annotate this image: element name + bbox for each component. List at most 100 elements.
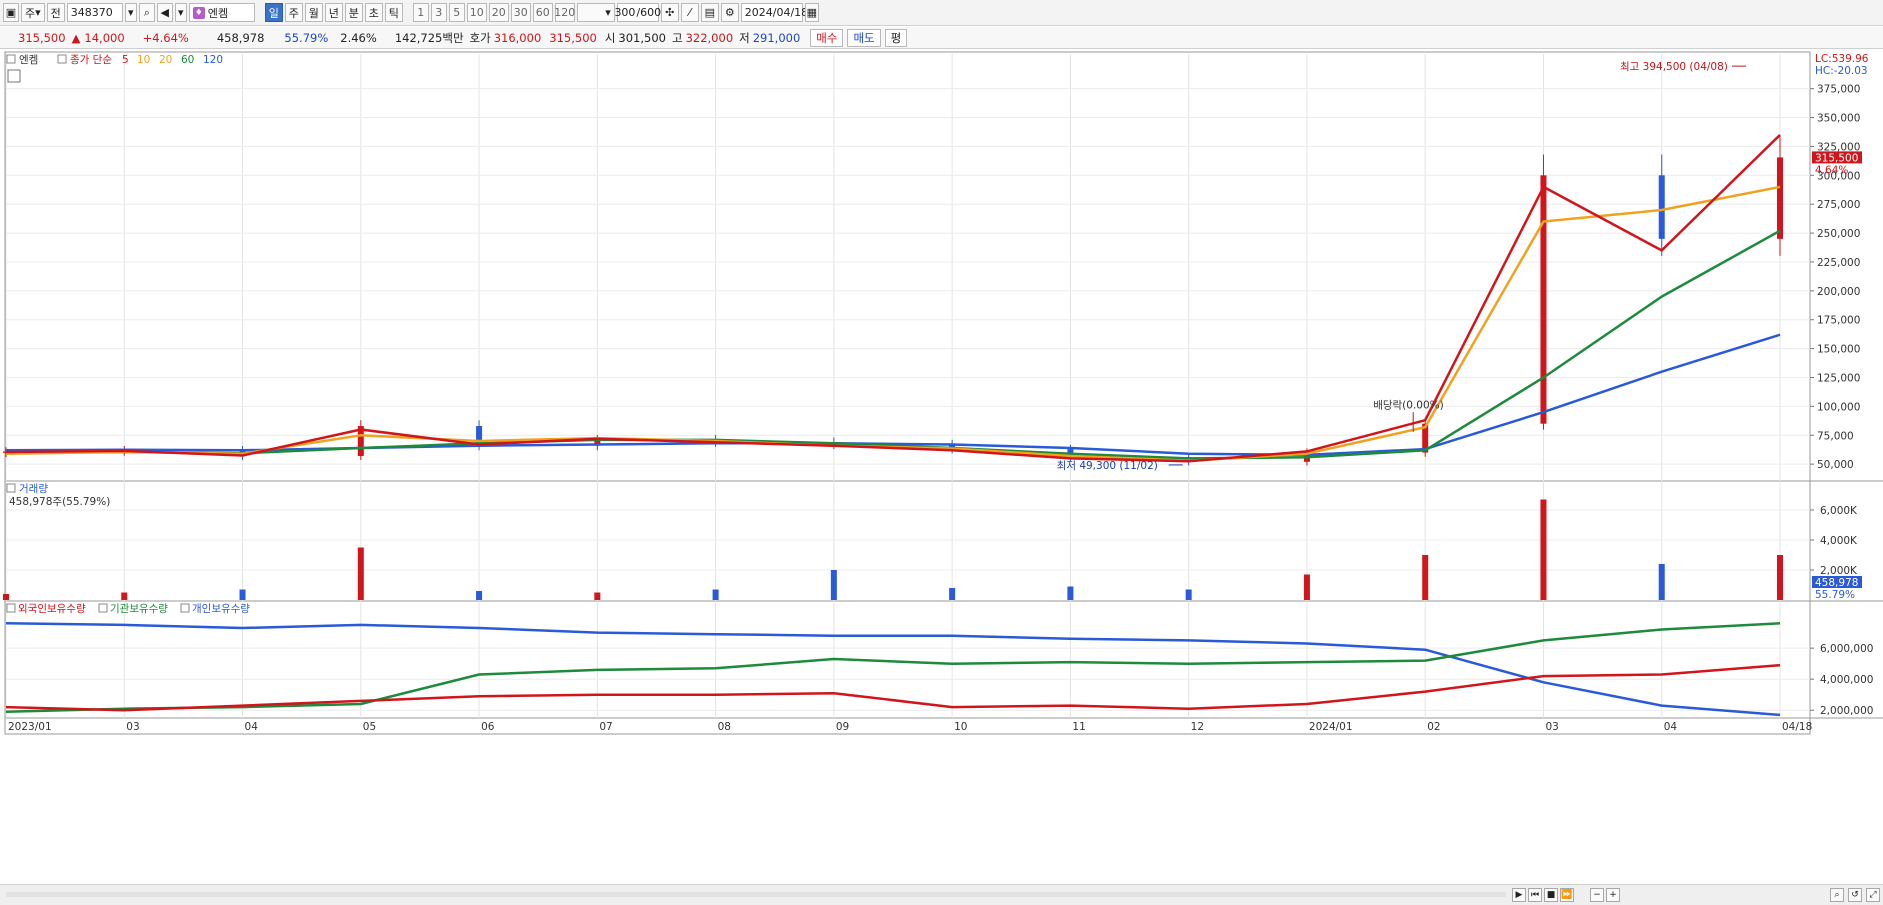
legend-box-icon bbox=[57, 54, 67, 64]
x-tick-label: 2023/01 bbox=[8, 721, 52, 733]
buy-button[interactable]: 매수 bbox=[810, 28, 844, 47]
interval-1[interactable]: 1 bbox=[412, 3, 429, 22]
zoom-out-button[interactable]: − bbox=[1590, 888, 1604, 902]
horizontal-scrollbar[interactable] bbox=[6, 892, 1506, 897]
volume-bar bbox=[1777, 555, 1783, 600]
zoom-icon[interactable]: ⌕ bbox=[1830, 888, 1844, 902]
turnover-value: 2.46% bbox=[340, 30, 377, 45]
ma20-line bbox=[5, 185, 1781, 462]
reset-icon[interactable]: ↺ bbox=[1848, 888, 1862, 902]
period-tab-1[interactable]: 주 bbox=[284, 3, 303, 22]
stock-code-value: 348370 bbox=[70, 6, 113, 19]
x-tick-label: 09 bbox=[836, 721, 849, 733]
lc-label: LC:539.96 bbox=[1815, 53, 1869, 65]
interval-120[interactable]: 120 bbox=[554, 3, 575, 22]
interval-3[interactable]: 3 bbox=[430, 3, 447, 22]
sound-dropdown-icon[interactable]: ▾ bbox=[174, 3, 187, 22]
chart-toolbar: ▣ 주 ▾ 전 348370 ▾ ⌕ ◀ ▾ ♦ 엔켐 일주월년분초틱 1 3 5 10 2… bbox=[0, 0, 1883, 26]
type-select[interactable]: 주 ▾ bbox=[21, 3, 45, 22]
legend-box-icon bbox=[6, 54, 16, 64]
ask-label: 호가 bbox=[469, 30, 491, 45]
chart-area[interactable]: 2023/01 03 04 05 06 07 08 09 10 11 12 2024/01 02 03 04… bbox=[0, 50, 1883, 884]
next-button[interactable]: ⏩ bbox=[1560, 888, 1574, 902]
candle-body bbox=[1777, 157, 1783, 239]
y-axis-price: 50,000 75,000 100,000 125,000 150,000 175,000… bbox=[6, 84, 1860, 471]
interval-20[interactable]: 20 bbox=[488, 3, 509, 22]
volume-bar bbox=[1540, 499, 1547, 600]
amount-value: 142,725백만 bbox=[394, 30, 464, 45]
fit-icon[interactable]: ⤢ bbox=[1866, 888, 1880, 902]
y-tick-label: 6,000,000 bbox=[1820, 643, 1873, 655]
stop-button[interactable]: ■ bbox=[1544, 888, 1558, 902]
count-total: /600 bbox=[636, 6, 662, 19]
interval-10[interactable]: 10 bbox=[466, 3, 487, 22]
period-tab-5[interactable]: 초 bbox=[364, 3, 383, 22]
x-tick-label: 11 bbox=[1072, 721, 1085, 733]
y-tick-label: 150,000 bbox=[1817, 344, 1860, 356]
play-button[interactable]: ▶ bbox=[1512, 888, 1526, 902]
x-tick-label: 10 bbox=[954, 721, 967, 733]
x-tick-label: 04 bbox=[245, 721, 259, 733]
search-icon[interactable]: ⌕ bbox=[138, 3, 155, 22]
zoom-in-button[interactable]: + bbox=[1606, 888, 1620, 902]
legend-item-0: 종가 단순 bbox=[70, 54, 112, 66]
interval-dropdown[interactable]: ▾ bbox=[576, 3, 615, 22]
volume-current-label: 458,978주(55.79%) bbox=[9, 496, 110, 508]
y-tick-label: 375,000 bbox=[1817, 84, 1860, 96]
volume-bar bbox=[1422, 555, 1429, 600]
sound-icon[interactable]: ◀ bbox=[156, 3, 173, 22]
ownership-legend-0: 외국인보유수량 bbox=[18, 603, 86, 615]
price-legend: 엔켐 종가 단순 5 10 20 60 120 bbox=[6, 54, 223, 66]
x-tick-label: 04 bbox=[1664, 721, 1678, 733]
eval-button[interactable]: 평 bbox=[884, 28, 908, 47]
calendar-icon[interactable]: ▦ bbox=[804, 3, 819, 22]
y-tick-label: 4,000K bbox=[1820, 535, 1858, 547]
volume-bars bbox=[3, 499, 1783, 600]
crosshair-icon[interactable]: ✣ bbox=[660, 3, 679, 22]
chart-settings-icon[interactable]: ▣ bbox=[3, 3, 19, 22]
x-tick-label: 04/18 bbox=[1782, 721, 1812, 733]
legend-box-icon bbox=[98, 603, 108, 613]
interval-5[interactable]: 5 bbox=[448, 3, 465, 22]
period-tab-6[interactable]: 틱 bbox=[384, 3, 403, 22]
volume-bar bbox=[121, 592, 128, 600]
current-pct-label: 4.64% bbox=[1815, 164, 1848, 176]
period-tab-4[interactable]: 분 bbox=[344, 3, 363, 22]
moving-averages bbox=[5, 134, 1781, 463]
current-price-tag-label: 315,500 bbox=[1815, 152, 1858, 164]
period-tab-2[interactable]: 월 bbox=[304, 3, 323, 22]
volume-bar bbox=[594, 592, 601, 600]
low-value: 291,000 bbox=[752, 30, 801, 45]
legend-box-icon bbox=[6, 603, 16, 613]
ma60-line bbox=[5, 229, 1781, 460]
code-dropdown-icon[interactable]: ▾ bbox=[124, 3, 137, 22]
volume-value: 458,978 bbox=[216, 30, 265, 45]
current-volume-pct: 55.79% bbox=[1815, 589, 1855, 601]
y-tick-label: 275,000 bbox=[1817, 199, 1860, 211]
interval-60[interactable]: 60 bbox=[532, 3, 553, 22]
candles bbox=[3, 135, 1783, 466]
period-tab-0[interactable]: 일 bbox=[264, 3, 283, 22]
x-tick-label: 08 bbox=[718, 721, 731, 733]
vertical-gridlines bbox=[5, 54, 1781, 718]
stock-name-field[interactable]: ♦ 엔켐 bbox=[188, 3, 255, 22]
jeon-button[interactable]: 전 bbox=[46, 3, 65, 22]
legend-title: 엔켐 bbox=[19, 54, 38, 66]
period-tab-3[interactable]: 년 bbox=[324, 3, 343, 22]
stock-code-input[interactable]: 348370 bbox=[66, 3, 123, 22]
y-tick-label: 6,000K bbox=[1820, 505, 1858, 517]
line-icon[interactable]: ⁄ bbox=[680, 3, 699, 22]
volume-bar bbox=[949, 588, 956, 600]
first-button[interactable]: ⏮ bbox=[1528, 888, 1542, 902]
save-icon[interactable]: ▤ bbox=[700, 3, 719, 22]
gear-icon[interactable]: ⚙ bbox=[720, 3, 739, 22]
x-tick-label: 03 bbox=[1545, 721, 1558, 733]
interval-30[interactable]: 30 bbox=[510, 3, 531, 22]
date-input[interactable]: 2024/04/18 bbox=[740, 3, 808, 22]
ownership-legend-2: 개인보유수량 bbox=[192, 603, 250, 615]
legend-item-2: 10 bbox=[137, 54, 150, 66]
y-axis-volume: 2,000K 4,000K 6,000K bbox=[6, 505, 1858, 577]
volume-bar bbox=[830, 570, 837, 600]
sell-button[interactable]: 매도 bbox=[847, 28, 881, 47]
count-input[interactable]: 300/600 bbox=[614, 3, 662, 22]
